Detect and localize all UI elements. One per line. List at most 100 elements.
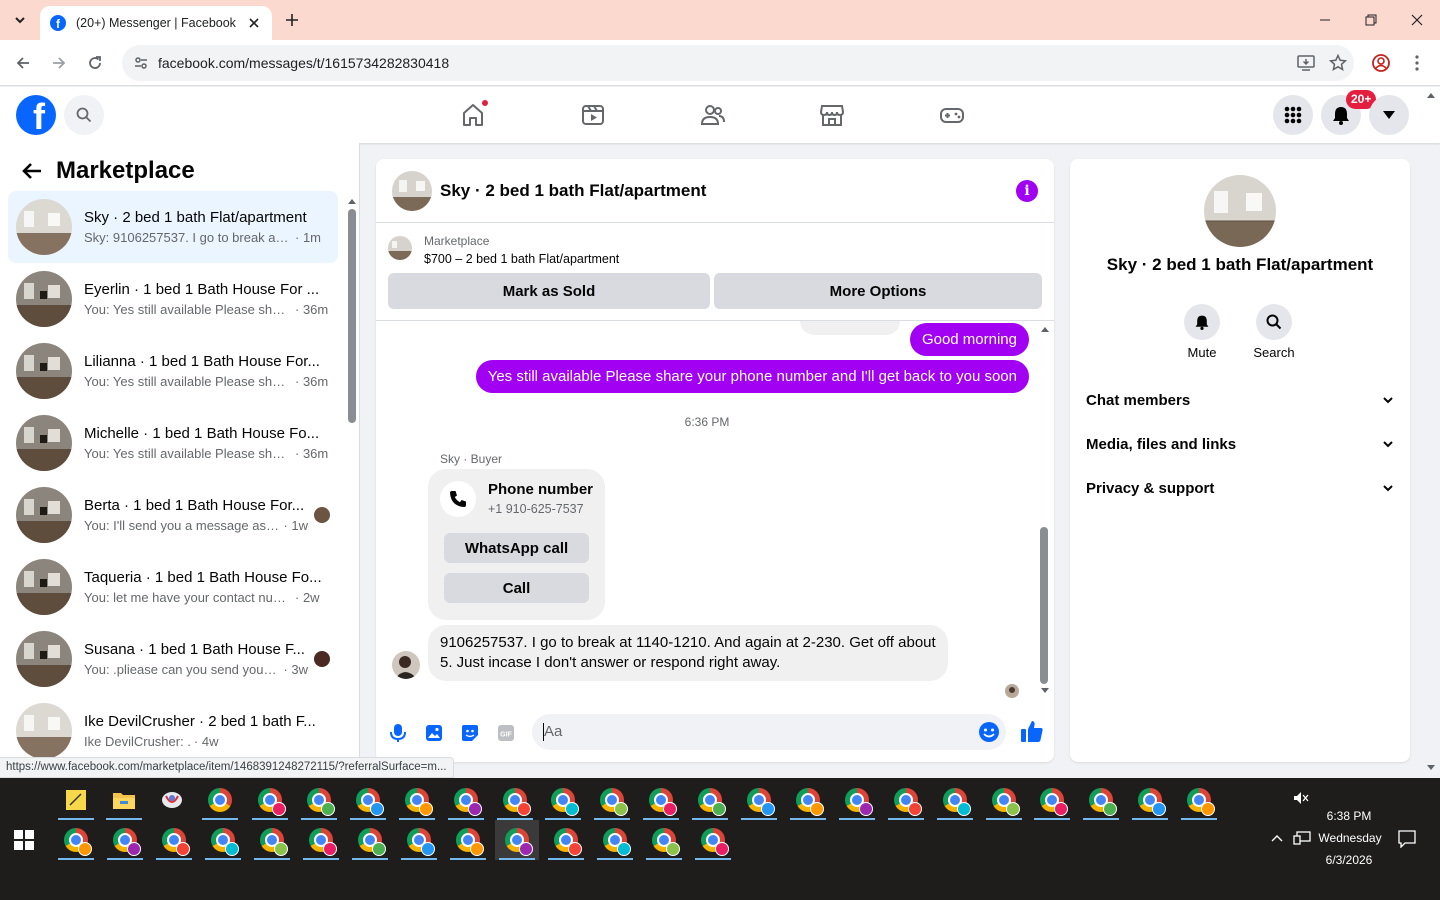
chat-list-item[interactable]: Lilianna · 1 bed 1 Bath House For... You:… bbox=[8, 335, 338, 407]
minimize-button[interactable] bbox=[1302, 0, 1348, 40]
tab-search-dropdown[interactable] bbox=[8, 8, 32, 32]
reload-button[interactable] bbox=[83, 51, 107, 75]
conversation-avatar[interactable] bbox=[392, 170, 432, 211]
mute-action[interactable]: Mute bbox=[1170, 304, 1234, 360]
chrome-profile-app[interactable] bbox=[639, 780, 683, 820]
chat-list-item[interactable]: Susana · 1 bed 1 Bath House F... You: .pl… bbox=[8, 623, 338, 695]
chrome-profile-app[interactable] bbox=[54, 820, 98, 860]
gif-icon[interactable]: GIF bbox=[494, 721, 518, 745]
back-button[interactable] bbox=[11, 51, 35, 75]
bookmark-star-icon[interactable] bbox=[1322, 47, 1354, 79]
chrome-profile-app[interactable] bbox=[1030, 780, 1074, 820]
chrome-profile-app[interactable] bbox=[933, 780, 977, 820]
sender-avatar[interactable] bbox=[392, 651, 420, 679]
chrome-profile-app[interactable] bbox=[444, 780, 488, 820]
chrome-profile-app[interactable] bbox=[982, 780, 1026, 820]
chrome-profile-app[interactable] bbox=[248, 780, 292, 820]
chrome-profile-app[interactable] bbox=[201, 820, 245, 860]
chrome-profile-app[interactable] bbox=[348, 820, 392, 860]
photo-icon[interactable] bbox=[422, 721, 446, 745]
chrome-profile-app[interactable] bbox=[297, 780, 341, 820]
tray-chevron-up-icon[interactable] bbox=[1271, 834, 1283, 842]
maximize-button[interactable] bbox=[1348, 0, 1394, 40]
address-bar[interactable]: facebook.com/messages/t/1615734282830418 bbox=[122, 45, 1354, 81]
file-explorer-app[interactable] bbox=[102, 780, 146, 820]
messages-scroll-up-icon[interactable] bbox=[1040, 325, 1050, 333]
snipping-tool-app[interactable] bbox=[150, 780, 194, 820]
chrome-profile-app[interactable] bbox=[346, 780, 390, 820]
browser-tab[interactable]: f (20+) Messenger | Facebook bbox=[40, 6, 272, 40]
chrome-profile-app[interactable] bbox=[884, 780, 928, 820]
privacy-support-section[interactable]: Privacy & support bbox=[1086, 466, 1394, 510]
sticker-icon[interactable] bbox=[458, 721, 482, 745]
chrome-profile-app[interactable] bbox=[1079, 780, 1123, 820]
messages-scroll-down-icon[interactable] bbox=[1040, 687, 1050, 695]
info-icon[interactable]: i bbox=[1016, 179, 1038, 202]
back-arrow-button[interactable] bbox=[16, 155, 48, 187]
chat-list-item[interactable]: Taqueria · 1 bed 1 Bath House Fo... You: … bbox=[8, 551, 338, 623]
chrome-profile-app[interactable] bbox=[593, 820, 637, 860]
nav-video[interactable] bbox=[563, 95, 623, 135]
incoming-message[interactable]: 9106257537. I go to break at 1140-1210. … bbox=[428, 625, 948, 681]
volume-muted-icon[interactable] bbox=[1293, 791, 1309, 805]
nav-marketplace[interactable] bbox=[802, 95, 862, 135]
chrome-app[interactable] bbox=[198, 780, 242, 820]
url-text[interactable]: facebook.com/messages/t/1615734282830418 bbox=[158, 55, 1290, 71]
network-icon[interactable] bbox=[1293, 830, 1311, 846]
clock-time[interactable]: 6:38 PM bbox=[1316, 809, 1382, 823]
chrome-profile-app[interactable] bbox=[544, 820, 588, 860]
microphone-icon[interactable] bbox=[386, 721, 410, 745]
close-window-button[interactable] bbox=[1394, 0, 1440, 40]
chrome-profile-app[interactable] bbox=[1177, 780, 1221, 820]
menu-grid-button[interactable] bbox=[1273, 95, 1313, 135]
mark-as-sold-button[interactable]: Mark as Sold bbox=[388, 273, 710, 309]
emoji-icon[interactable] bbox=[978, 721, 1000, 743]
chrome-profile-app[interactable] bbox=[103, 820, 147, 860]
page-scroll-up-icon[interactable] bbox=[1425, 91, 1437, 99]
list-scroll-up-icon[interactable] bbox=[347, 197, 357, 205]
call-button[interactable]: Call bbox=[444, 573, 589, 603]
forward-button[interactable] bbox=[47, 51, 71, 75]
info-avatar[interactable] bbox=[1204, 175, 1276, 247]
thumbs-up-icon[interactable] bbox=[1020, 719, 1044, 743]
chrome-profile-app[interactable] bbox=[688, 780, 732, 820]
media-files-links-section[interactable]: Media, files and links bbox=[1086, 422, 1394, 466]
messages-scrollbar[interactable] bbox=[1040, 527, 1048, 684]
browser-menu-button[interactable] bbox=[1405, 51, 1429, 75]
windows-start-icon[interactable] bbox=[14, 830, 34, 850]
nav-home[interactable] bbox=[443, 95, 503, 135]
chrome-profile-app[interactable] bbox=[737, 780, 781, 820]
chrome-profile-app[interactable] bbox=[541, 780, 585, 820]
chrome-profile-app[interactable] bbox=[446, 820, 490, 860]
chat-members-section[interactable]: Chat members bbox=[1086, 378, 1394, 422]
chrome-profile-app[interactable] bbox=[397, 820, 441, 860]
chat-list-item[interactable]: Eyerlin · 1 bed 1 Bath House For ... You:… bbox=[8, 263, 338, 335]
chrome-profile-app[interactable] bbox=[250, 820, 294, 860]
profile-button[interactable] bbox=[1369, 51, 1393, 75]
outgoing-message-good-morning[interactable]: Good morning bbox=[909, 323, 1029, 356]
whatsapp-call-button[interactable]: WhatsApp call bbox=[444, 533, 589, 563]
conversation-title[interactable]: Sky · 2 bed 1 bath Flat/apartment bbox=[440, 181, 1016, 201]
search-action[interactable]: Search bbox=[1242, 304, 1306, 360]
chat-list-item[interactable]: Berta · 1 bed 1 Bath House For... You: I'… bbox=[8, 479, 338, 551]
new-tab-button[interactable] bbox=[282, 10, 302, 30]
tab-close-icon[interactable] bbox=[246, 15, 262, 31]
install-app-icon[interactable] bbox=[1290, 47, 1322, 79]
clock-date[interactable]: 6/3/2026 bbox=[1316, 853, 1382, 867]
account-button[interactable] bbox=[1369, 95, 1409, 135]
listing-price-title[interactable]: $700 – 2 bed 1 bath Flat/apartment bbox=[424, 252, 619, 266]
chrome-profile-app[interactable] bbox=[786, 780, 830, 820]
site-info-icon[interactable] bbox=[130, 52, 152, 74]
chrome-profile-app[interactable] bbox=[299, 820, 343, 860]
outgoing-message-still-available[interactable]: Yes still available Please share your ph… bbox=[475, 360, 1029, 393]
page-scroll-down-icon[interactable] bbox=[1425, 764, 1437, 772]
chat-list-item[interactable]: Sky · 2 bed 1 bath Flat/apartment Sky: 91… bbox=[8, 191, 338, 263]
nav-friends[interactable] bbox=[683, 95, 743, 135]
chrome-profile-app[interactable] bbox=[152, 820, 196, 860]
listing-thumbnail[interactable] bbox=[388, 236, 412, 260]
facebook-search-button[interactable] bbox=[64, 95, 104, 135]
chrome-profile-app[interactable] bbox=[691, 820, 735, 860]
message-input[interactable]: Aa bbox=[532, 714, 1006, 750]
chrome-profile-app[interactable] bbox=[642, 820, 686, 860]
clock-day[interactable]: Wednesday bbox=[1310, 831, 1390, 845]
